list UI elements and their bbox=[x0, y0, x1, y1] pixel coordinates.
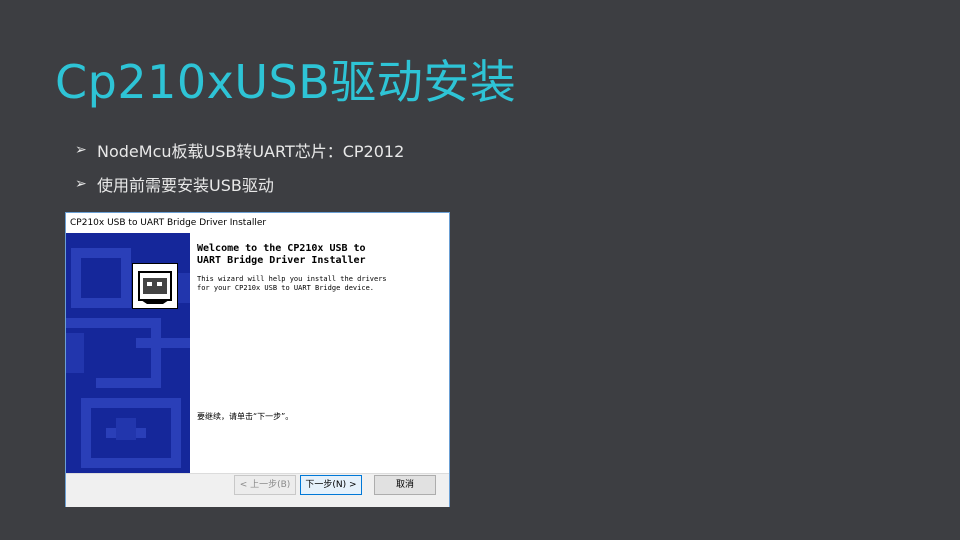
bullet-text: 使用前需要安装USB驱动 bbox=[97, 176, 274, 195]
wizard-description: This wizard will help you install the dr… bbox=[197, 275, 442, 293]
usb-connector-icon bbox=[132, 263, 178, 309]
next-button[interactable]: 下一步(N) > bbox=[300, 475, 362, 495]
bullet-item-driver: ➢ 使用前需要安装USB驱动 bbox=[75, 167, 404, 201]
wizard-content: Welcome to the CP210x USB to UART Bridge… bbox=[197, 243, 442, 293]
description-line-1: This wizard will help you install the dr… bbox=[197, 275, 387, 283]
bullet-arrow-icon: ➢ bbox=[75, 176, 87, 192]
welcome-line-1: Welcome to the CP210x USB to bbox=[197, 243, 366, 254]
driver-installer-window: CP210x USB to UART Bridge Driver Install… bbox=[65, 212, 450, 507]
continue-instruction: 要继续，请单击“下一步”。 bbox=[197, 412, 294, 421]
cancel-button[interactable]: 取消 bbox=[374, 475, 436, 495]
welcome-heading: Welcome to the CP210x USB to UART Bridge… bbox=[197, 243, 442, 267]
bullet-item-chip: ➢ NodeMcu板载USB转UART芯片：CP2012 bbox=[75, 133, 404, 167]
window-title: CP210x USB to UART Bridge Driver Install… bbox=[66, 213, 449, 233]
back-button[interactable]: < 上一步(B) bbox=[234, 475, 296, 495]
welcome-line-2: UART Bridge Driver Installer bbox=[197, 255, 366, 266]
bullet-list: ➢ NodeMcu板载USB转UART芯片：CP2012 ➢ 使用前需要安装US… bbox=[75, 133, 404, 201]
description-line-2: for your CP210x USB to UART Bridge devic… bbox=[197, 284, 375, 292]
wizard-sidebar-banner bbox=[66, 233, 190, 473]
bullet-arrow-icon: ➢ bbox=[75, 142, 87, 158]
bullet-text: NodeMcu板载USB转UART芯片：CP2012 bbox=[97, 142, 405, 161]
slide-title: Cp210xUSB驱动安装 bbox=[55, 55, 517, 109]
